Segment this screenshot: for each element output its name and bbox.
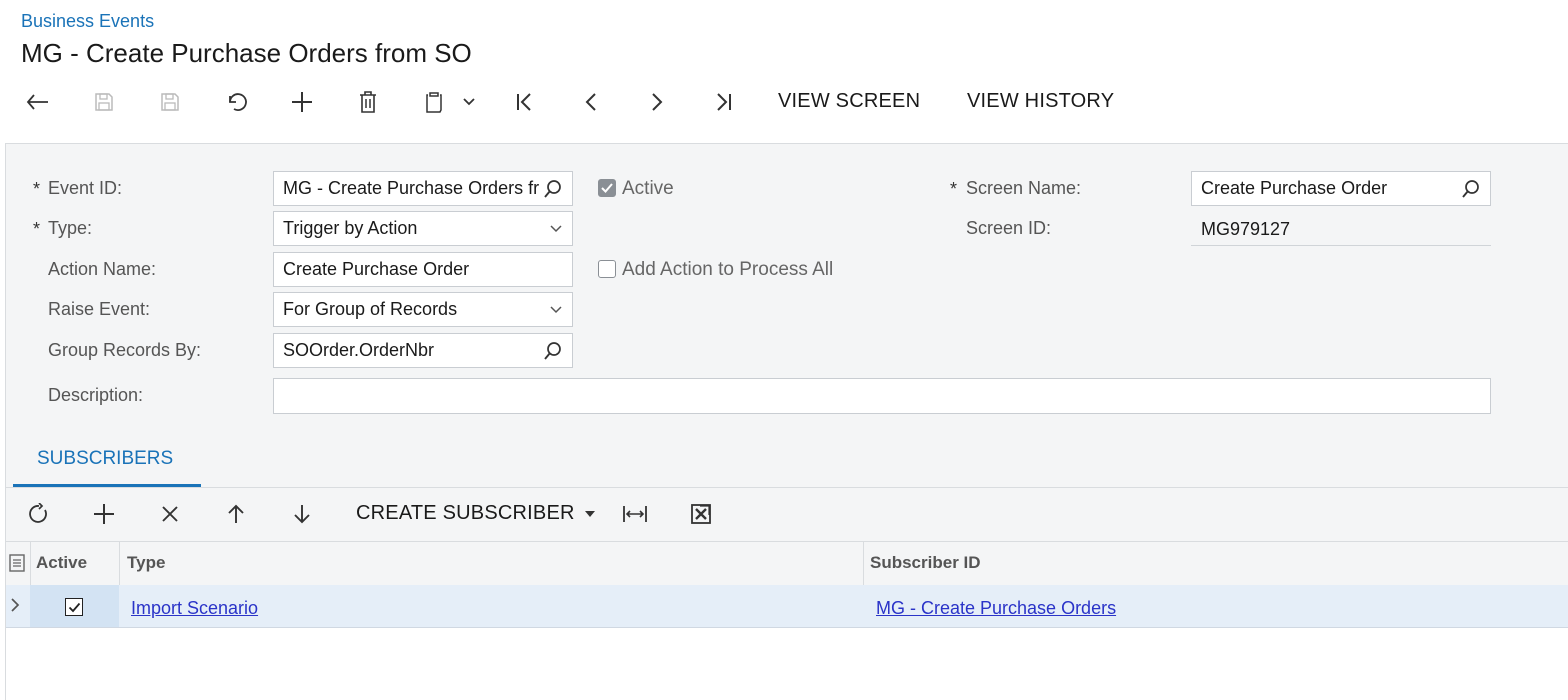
move-up-icon[interactable] [221, 499, 251, 529]
view-screen-button[interactable]: VIEW SCREEN [778, 90, 920, 113]
raise-event-select[interactable]: For Group of Records [273, 292, 573, 327]
row-active-checkbox[interactable] [65, 598, 83, 616]
required-mark: * [33, 219, 41, 239]
delete-icon[interactable] [352, 86, 384, 118]
required-mark: * [950, 179, 958, 199]
screen-name-value: Create Purchase Order [1201, 178, 1388, 198]
add-action-label: Add Action to Process All [622, 259, 834, 280]
back-icon[interactable] [22, 86, 54, 118]
add-action-checkbox[interactable] [598, 260, 616, 278]
add-icon[interactable] [286, 86, 318, 118]
group-records-by-label: Group Records By: [48, 340, 202, 360]
screen-id-value: MG979127 [1201, 219, 1291, 239]
description-field[interactable] [273, 378, 1491, 414]
row-type-link[interactable]: Import Scenario [131, 598, 258, 619]
group-records-by-field[interactable]: SOOrder.OrderNbr [273, 333, 573, 368]
breadcrumb[interactable]: Business Events [21, 11, 154, 32]
content-border [5, 143, 6, 700]
event-id-value: MG - Create Purchase Orders from SO [283, 178, 539, 198]
page-title: MG - Create Purchase Orders from SO [21, 38, 472, 68]
clipboard-icon[interactable] [418, 86, 450, 118]
undo-icon[interactable] [220, 86, 252, 118]
tab-subscribers[interactable]: SUBSCRIBERS [37, 448, 173, 470]
chevron-right-icon[interactable] [9, 597, 21, 618]
type-select[interactable]: Trigger by Action [273, 211, 573, 246]
raise-event-label: Raise Event: [48, 299, 151, 319]
search-icon[interactable] [543, 341, 563, 361]
raise-event-value: For Group of Records [283, 299, 458, 319]
chevron-down-icon [549, 305, 563, 315]
type-label: Type: [48, 218, 93, 238]
export-excel-icon[interactable] [686, 499, 716, 529]
action-name-label: Action Name: [48, 259, 157, 279]
last-record-icon[interactable] [707, 86, 739, 118]
view-history-button[interactable]: VIEW HISTORY [967, 90, 1114, 113]
screen-id-label: Screen ID: [966, 218, 1052, 238]
create-subscriber-label: CREATE SUBSCRIBER [356, 502, 575, 524]
search-icon[interactable] [1461, 179, 1481, 199]
save-icon[interactable] [154, 86, 186, 118]
row-subscriber-id-link[interactable]: MG - Create Purchase Orders [876, 598, 1116, 619]
column-header-type[interactable]: Type [127, 553, 165, 573]
caret-down-icon [584, 510, 596, 518]
delete-row-icon[interactable] [155, 499, 185, 529]
row-selector-icon[interactable] [9, 554, 25, 577]
add-row-icon[interactable] [89, 499, 119, 529]
active-label: Active [622, 178, 674, 199]
column-header-subscriber-id[interactable]: Subscriber ID [870, 553, 981, 573]
create-subscriber-button[interactable]: CREATE SUBSCRIBER [356, 502, 596, 525]
action-name-field[interactable]: Create Purchase Order [273, 252, 573, 287]
save-close-icon[interactable] [88, 86, 120, 118]
type-value: Trigger by Action [283, 218, 418, 238]
active-checkbox[interactable] [598, 179, 616, 197]
group-records-by-value: SOOrder.OrderNbr [283, 340, 435, 360]
description-label: Description: [48, 385, 144, 405]
column-header-active[interactable]: Active [36, 553, 87, 573]
fit-columns-icon[interactable] [620, 499, 650, 529]
move-down-icon[interactable] [287, 499, 317, 529]
screen-name-label: Screen Name: [966, 178, 1082, 198]
event-id-field[interactable]: MG - Create Purchase Orders from SO [273, 171, 573, 206]
chevron-down-icon [549, 224, 563, 234]
next-record-icon[interactable] [641, 86, 673, 118]
grid-header [6, 541, 1568, 586]
action-name-value: Create Purchase Order [283, 259, 470, 279]
event-id-label: Event ID: [48, 178, 123, 198]
screen-name-field[interactable]: Create Purchase Order [1191, 171, 1491, 206]
screen-id-underline [1191, 245, 1491, 246]
required-mark: * [33, 179, 41, 199]
chevron-down-icon[interactable] [459, 90, 479, 114]
first-record-icon[interactable] [509, 86, 541, 118]
search-icon[interactable] [543, 179, 563, 199]
refresh-icon[interactable] [24, 499, 54, 529]
previous-record-icon[interactable] [575, 86, 607, 118]
